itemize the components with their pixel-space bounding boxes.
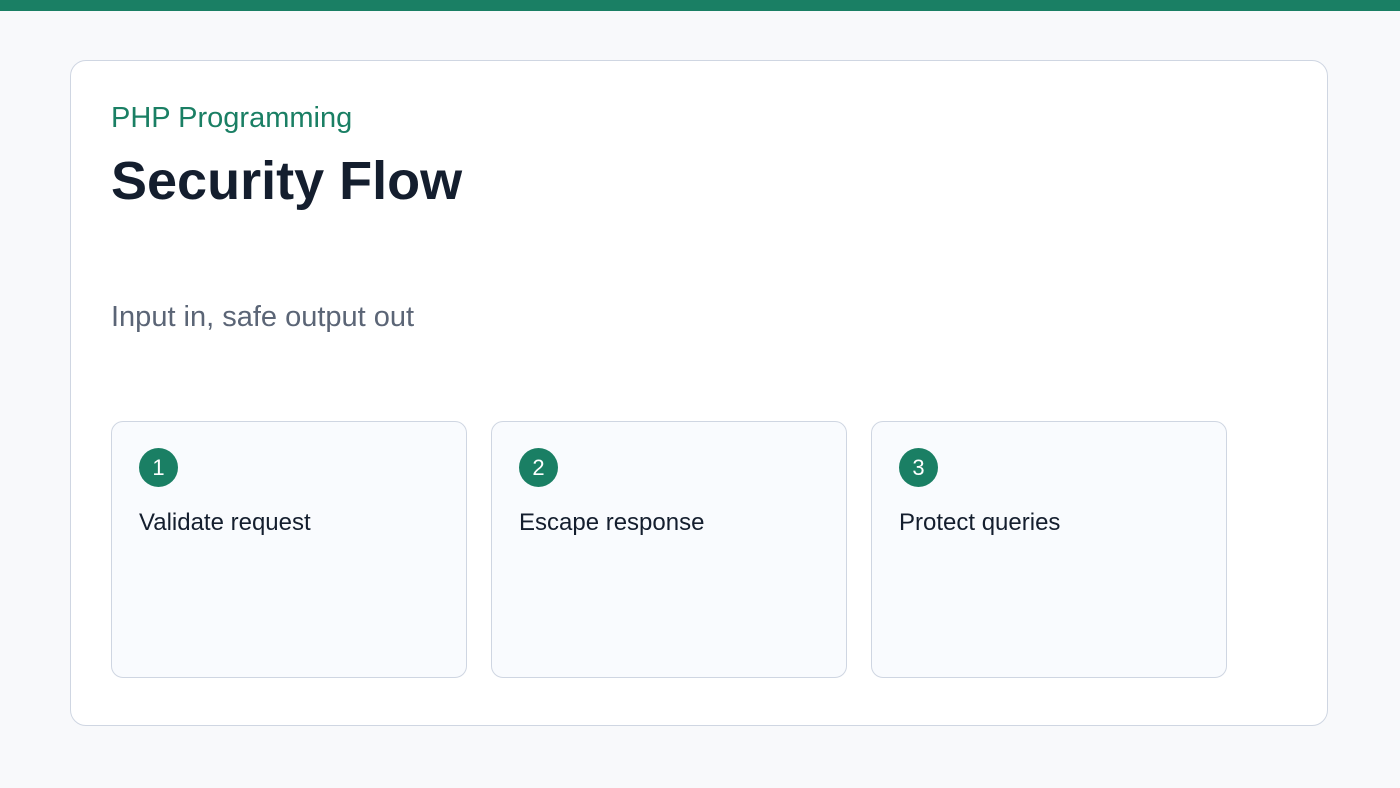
top-accent-bar (0, 0, 1400, 11)
course-label: PHP Programming (111, 102, 353, 134)
step-label: Protect queries (899, 509, 1061, 536)
step-label: Escape response (519, 509, 705, 536)
step-number-badge: 1 (139, 448, 178, 487)
step-number-badge: 3 (899, 448, 938, 487)
step-number-badge: 2 (519, 448, 558, 487)
step-card-2: 2 Escape response (491, 421, 847, 678)
page-title: Security Flow (111, 151, 463, 211)
content-card: PHP Programming Security Flow Input in, … (70, 60, 1328, 726)
page-subtitle: Input in, safe output out (111, 301, 415, 333)
steps-list: 1 Validate request 2 Escape response 3 P… (111, 421, 1227, 678)
step-card-3: 3 Protect queries (871, 421, 1227, 678)
step-card-1: 1 Validate request (111, 421, 467, 678)
step-label: Validate request (139, 509, 311, 536)
